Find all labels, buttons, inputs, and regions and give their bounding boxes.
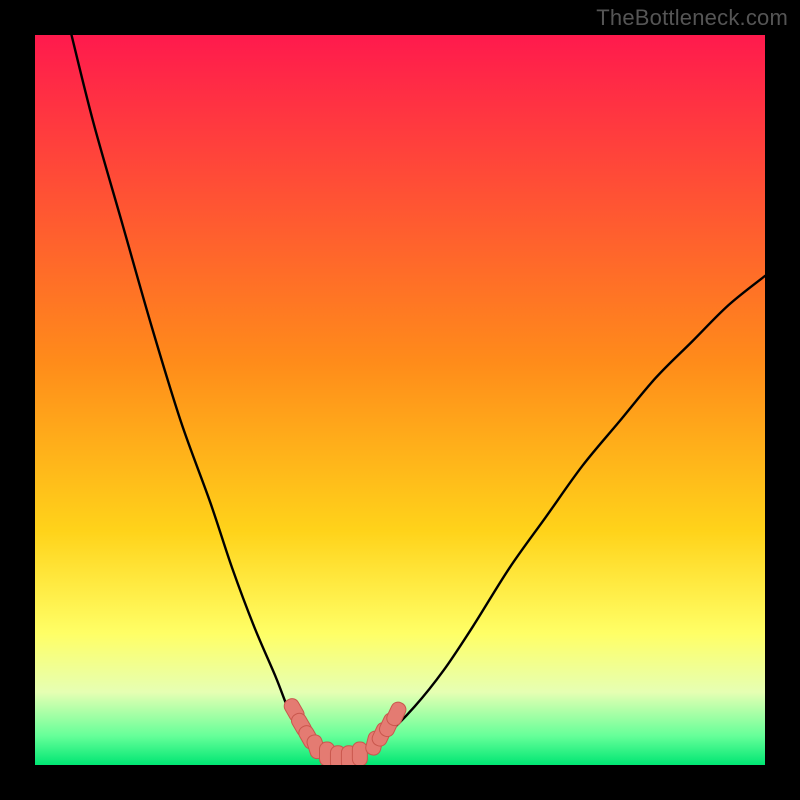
watermark-label: TheBottleneck.com (596, 5, 788, 31)
chart-svg (35, 35, 765, 765)
plot-area (35, 35, 765, 765)
gradient-background (35, 35, 765, 765)
data-marker (352, 742, 367, 765)
chart-frame: TheBottleneck.com (0, 0, 800, 800)
